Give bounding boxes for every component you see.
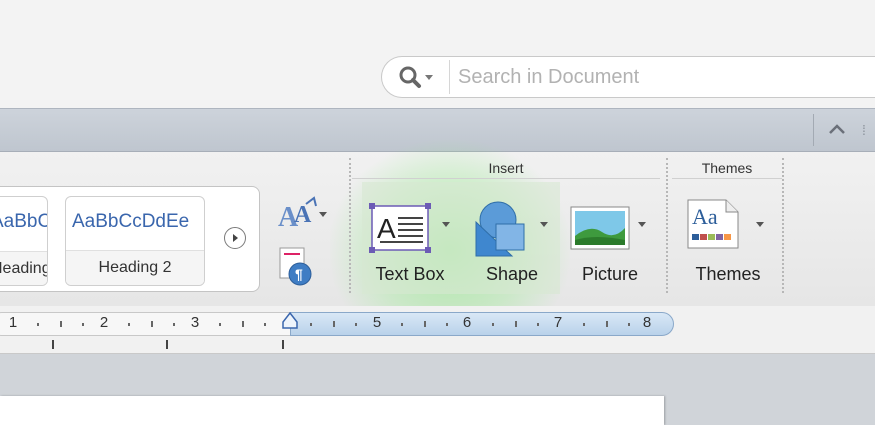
search-divider (449, 60, 450, 94)
ribbon-options-icon[interactable]: ⁞ (862, 118, 872, 142)
text-box-button[interactable]: A Text Box (360, 182, 560, 294)
chevron-down-icon (638, 222, 646, 227)
magnifier-icon (399, 66, 433, 88)
style-name: Heading 1 (0, 251, 47, 285)
ruler-tick (606, 321, 608, 327)
search-options-button[interactable] (392, 63, 444, 91)
ruler-tab-stop[interactable] (282, 340, 284, 349)
ruler-indent-marker[interactable] (282, 311, 298, 330)
ruler-tab-stop[interactable] (52, 340, 54, 349)
style-heading-2[interactable]: AaBbCcDdEe Heading 2 (65, 196, 205, 286)
themes-icon: Aa (687, 199, 739, 249)
ruler-tick (515, 321, 517, 327)
style-sample: AaBbCcDdEe (72, 211, 190, 232)
text-box-label: Text Box (375, 264, 445, 284)
indent-marker-icon (282, 311, 298, 329)
tab-bar-divider (813, 114, 814, 146)
ruler-number: 7 (553, 314, 563, 331)
svg-text:Aa: Aa (692, 204, 718, 229)
ruler-tick (173, 323, 175, 326)
ruler-number: 2 (99, 314, 109, 331)
group-title-divider (352, 178, 660, 179)
ruler-tick (537, 323, 539, 326)
ruler-tick (446, 323, 448, 326)
chevron-down-icon (540, 222, 548, 227)
ruler-left-margin (0, 312, 290, 336)
ruler-tick (355, 323, 357, 326)
style-name: Heading 2 (66, 250, 204, 285)
paragraph-format-icon: ¶ (279, 247, 312, 286)
themes-button[interactable]: Aa Themes (680, 192, 776, 292)
ruler-tick (242, 321, 244, 327)
chevron-down-icon (756, 222, 764, 227)
text-box-icon: A (369, 203, 431, 253)
text-effects-icon: A A (278, 196, 327, 233)
play-circle-icon (233, 234, 238, 242)
ruler-tick (424, 321, 426, 327)
ruler-number: 1 (8, 314, 18, 331)
picture-icon (570, 206, 630, 250)
ruler-tick (37, 323, 39, 326)
ruler-number: 8 (642, 314, 652, 331)
search-input[interactable] (458, 60, 858, 94)
chevron-up-icon (829, 124, 845, 134)
ruler-tick (333, 321, 335, 327)
ruler-tick (128, 323, 130, 326)
group-separator (349, 158, 351, 293)
insert-group-title: Insert (488, 160, 524, 176)
paragraph-format-button[interactable]: ¶ (278, 246, 316, 288)
picture-label: Picture (581, 264, 639, 284)
ruler-number: 3 (190, 314, 200, 331)
themes-label: Themes (695, 264, 761, 284)
collapse-ribbon-button[interactable] (824, 118, 850, 142)
ruler-tick (60, 321, 62, 327)
group-title-divider (672, 178, 782, 179)
text-effects-button[interactable]: A A (276, 196, 328, 236)
themes-group-title: Themes (701, 160, 753, 176)
style-sample: AaBbCcDd (0, 211, 47, 232)
ruler-tick (151, 321, 153, 327)
style-heading-1[interactable]: AaBbCcDd Heading 1 (0, 196, 48, 286)
svg-text:¶: ¶ (295, 266, 303, 282)
svg-text:A: A (294, 202, 312, 228)
picture-button[interactable]: Picture (562, 192, 658, 292)
chevron-down-icon (442, 222, 450, 227)
ruler-number: 6 (462, 314, 472, 331)
ruler-tick (583, 323, 585, 326)
ruler-tick (82, 323, 84, 326)
shape-button[interactable]: Shape (466, 192, 558, 292)
shape-label: Shape (485, 264, 539, 284)
ruler-tick (310, 323, 312, 326)
ruler-tick (492, 323, 494, 326)
ruler-text-area (290, 312, 674, 336)
ruler-tick (264, 323, 266, 326)
styles-gallery-next-button[interactable] (224, 227, 246, 249)
document-page[interactable] (0, 396, 664, 425)
ruler-tick (219, 323, 221, 326)
ruler-tick (628, 323, 630, 326)
shape-icon (475, 201, 525, 257)
group-separator (782, 158, 784, 293)
svg-text:A: A (377, 213, 396, 244)
group-separator (666, 158, 668, 293)
ruler-tick (401, 323, 403, 326)
ruler-tab-stop[interactable] (166, 340, 168, 349)
ruler-number: 5 (372, 314, 382, 331)
